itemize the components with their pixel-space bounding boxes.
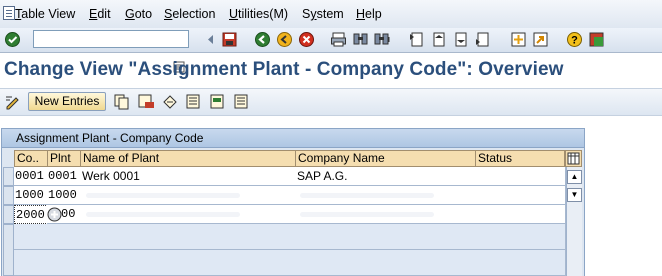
menu-utilities[interactable]: Utilities(M) (229, 7, 288, 21)
menu-bar: Table View Edit Goto Selection Utilities… (0, 0, 662, 29)
menu-goto[interactable]: Goto (125, 7, 152, 21)
empty-cell (47, 224, 81, 250)
redacted-text (300, 212, 434, 217)
new-entries-button[interactable]: New Entries (28, 92, 106, 111)
shortcut-icon[interactable] (532, 31, 549, 48)
cell-company-code[interactable]: 0001 (14, 167, 48, 186)
cell-status (475, 167, 566, 186)
save-icon[interactable] (221, 31, 238, 48)
column-header-name-of-plant[interactable]: Name of Plant (80, 150, 296, 167)
find-next-icon[interactable] (374, 31, 391, 48)
menu-mnemonic: U (229, 7, 239, 21)
table-caption: Assignment Plant - Company Code (1, 128, 585, 148)
column-header-plant[interactable]: Plnt (47, 150, 81, 167)
redacted-text (86, 212, 240, 217)
column-header-company-code[interactable]: Co.. (14, 150, 48, 167)
print-icon[interactable] (330, 31, 347, 48)
application-toolbar: New Entries (0, 88, 662, 116)
menu-table-view[interactable]: Table View (15, 7, 75, 21)
menu-mnemonic: G (125, 7, 135, 21)
menu-mnemonic: y (310, 7, 317, 21)
vertical-scrollbar[interactable]: ▲ ▼ (566, 167, 582, 276)
back-icon[interactable] (254, 31, 271, 48)
create-session-icon[interactable] (510, 31, 527, 48)
deselect-all-icon[interactable] (233, 93, 251, 110)
help-icon[interactable]: ? (566, 31, 583, 48)
empty-cell (47, 250, 81, 276)
empty-cell (14, 224, 48, 250)
row-selector[interactable] (3, 167, 14, 186)
undo-icon[interactable] (161, 93, 179, 110)
enter-icon[interactable] (4, 31, 21, 48)
menu-mnemonic: E (89, 7, 98, 21)
copy-icon[interactable] (113, 93, 131, 110)
select-block-icon[interactable] (209, 93, 227, 110)
table-settings-icon[interactable] (565, 150, 582, 167)
find-icon[interactable] (352, 31, 369, 48)
scroll-up-button[interactable]: ▲ (567, 170, 582, 184)
menu-system[interactable]: System (302, 7, 344, 21)
empty-cell (80, 224, 296, 250)
cancel-icon[interactable] (298, 31, 315, 48)
cell-plant[interactable]: 1000 (47, 186, 81, 205)
exit-icon[interactable] (276, 31, 293, 48)
empty-cell (475, 250, 566, 276)
previous-page-icon[interactable] (430, 31, 447, 48)
next-page-icon[interactable] (452, 31, 469, 48)
svg-text:?: ? (571, 35, 578, 47)
cell-plant[interactable]: 0001 (47, 167, 81, 186)
cell-status (475, 205, 566, 224)
row-selector[interactable] (3, 205, 14, 224)
menu-mnemonic: S (164, 7, 173, 21)
display-change-icon[interactable] (4, 93, 22, 110)
empty-cell (295, 250, 476, 276)
empty-cell (14, 250, 48, 276)
menu-help[interactable]: Help (356, 7, 382, 21)
redacted-text (86, 193, 240, 198)
select-all-icon[interactable] (185, 93, 203, 110)
column-header-company-name[interactable]: Company Name (295, 150, 476, 167)
standard-toolbar: ? (0, 28, 662, 73)
redacted-text (300, 193, 434, 198)
menu-mnemonic: H (356, 7, 366, 21)
last-page-icon[interactable] (474, 31, 491, 48)
row-selector[interactable] (3, 186, 14, 205)
delete-icon[interactable] (137, 93, 155, 110)
busy-cursor-icon (47, 207, 62, 222)
menu-edit[interactable]: Edit (89, 7, 111, 21)
cell-status (475, 186, 566, 205)
empty-cell (475, 224, 566, 250)
cell-company-code[interactable]: 2000 (14, 205, 48, 224)
page-title: Change View "Assignment Plant - Company … (4, 59, 564, 80)
system-menu-icon[interactable] (3, 6, 15, 20)
row-selector-empty (3, 224, 14, 276)
scroll-down-button[interactable]: ▼ (567, 188, 582, 202)
first-page-icon[interactable] (408, 31, 425, 48)
menu-selection[interactable]: Selection (164, 7, 215, 21)
empty-cell (295, 224, 476, 250)
column-header-status[interactable]: Status (475, 150, 565, 167)
collapse-arrow-icon[interactable] (202, 31, 219, 48)
cell-company-code[interactable]: 1000 (14, 186, 48, 205)
cell-company-name: SAP A.G. (295, 167, 476, 186)
cell-name-of-plant: Werk 0001 (80, 167, 296, 186)
layout-icon[interactable] (588, 31, 605, 48)
empty-cell (80, 250, 296, 276)
menu-mnemonic: T (15, 7, 22, 21)
command-field[interactable] (33, 30, 189, 48)
